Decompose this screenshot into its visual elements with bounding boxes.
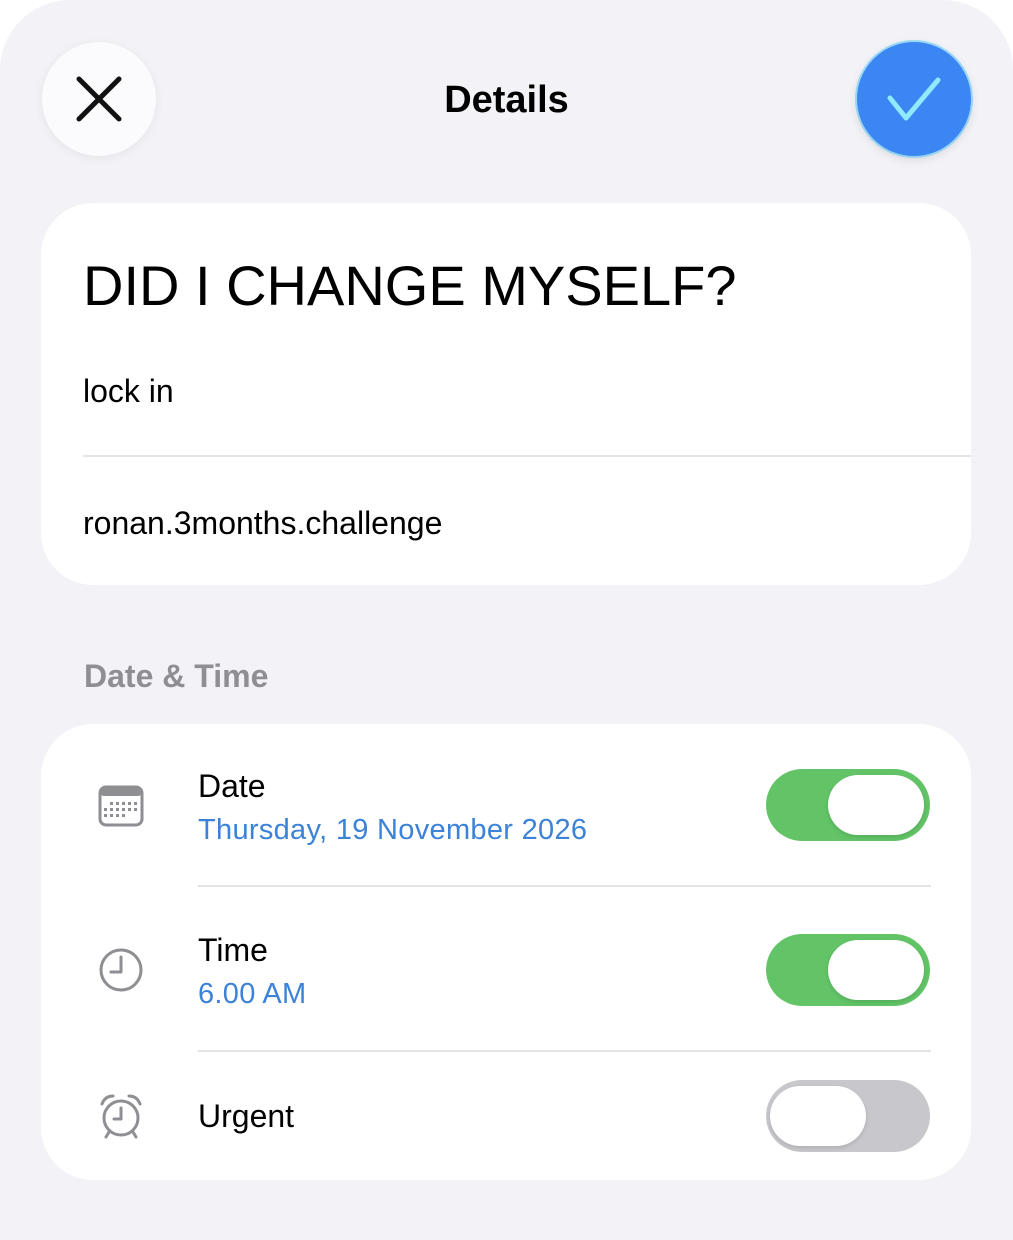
section-header-date-time: Date & Time [84, 658, 269, 694]
divider [198, 885, 931, 887]
clock-icon [99, 948, 143, 992]
calendar-icon [98, 785, 144, 827]
time-label: Time [198, 932, 268, 968]
toggle-knob [770, 1086, 866, 1146]
toggle-knob [828, 775, 924, 835]
urgent-label: Urgent [198, 1098, 295, 1134]
time-value[interactable]: 6.00 AM [198, 976, 307, 1012]
details-sheet: Details DID I CHANGE MYSELF? lock in ron… [0, 0, 1013, 1240]
confirm-button[interactable] [857, 42, 971, 156]
divider [83, 455, 971, 457]
task-title-field[interactable]: DID I CHANGE MYSELF? [83, 253, 736, 319]
date-time-card: Date Thursday, 19 November 2026 Time 6.0… [41, 724, 971, 1180]
date-label: Date [198, 768, 266, 804]
checkmark-icon [887, 77, 941, 121]
alarm-icon [100, 1094, 142, 1139]
time-toggle[interactable] [766, 934, 930, 1006]
urgent-toggle[interactable] [766, 1080, 930, 1152]
date-value[interactable]: Thursday, 19 November 2026 [198, 812, 587, 848]
date-toggle[interactable] [766, 769, 930, 841]
task-card: DID I CHANGE MYSELF? lock in ronan.3mont… [41, 203, 971, 585]
url-field[interactable]: ronan.3months.challenge [83, 503, 442, 543]
notes-field[interactable]: lock in [83, 371, 174, 411]
divider [198, 1050, 931, 1052]
toggle-knob [828, 940, 924, 1000]
